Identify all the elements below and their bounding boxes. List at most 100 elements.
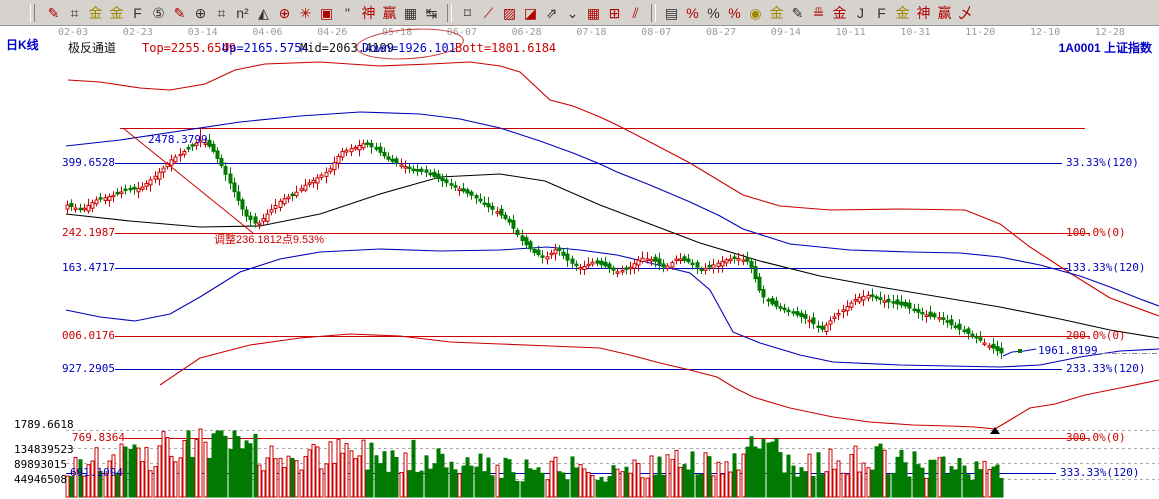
candle-body[interactable] <box>87 205 90 210</box>
volume-bar[interactable] <box>333 463 336 497</box>
volume-bar[interactable] <box>854 446 857 497</box>
volume-bar[interactable] <box>612 466 615 497</box>
volume-bar[interactable] <box>867 468 870 497</box>
candle-body[interactable] <box>450 184 453 186</box>
volume-bar[interactable] <box>379 464 382 497</box>
volume-bar[interactable] <box>558 472 561 497</box>
candle-body[interactable] <box>737 258 740 260</box>
candle-body[interactable] <box>412 169 415 171</box>
candle-body[interactable] <box>862 296 865 300</box>
volume-bar[interactable] <box>629 473 632 497</box>
volume-bar[interactable] <box>274 459 277 497</box>
candle-body[interactable] <box>929 312 932 316</box>
volume-bar[interactable] <box>762 440 765 497</box>
volume-bar[interactable] <box>304 457 307 497</box>
candle-body[interactable] <box>162 168 165 172</box>
volume-bar[interactable] <box>829 449 832 497</box>
volume-bar[interactable] <box>395 458 398 497</box>
volume-bar[interactable] <box>512 473 515 497</box>
candle-body[interactable] <box>762 290 765 297</box>
volume-bar[interactable] <box>929 460 932 497</box>
candle-body[interactable] <box>708 265 711 267</box>
volume-bar[interactable] <box>295 461 298 497</box>
candle-body[interactable] <box>767 300 770 302</box>
candle-body[interactable] <box>270 210 273 212</box>
candle-body[interactable] <box>729 259 732 261</box>
volume-bar[interactable] <box>420 471 423 497</box>
candle-body[interactable] <box>591 262 594 264</box>
candle-body[interactable] <box>496 212 499 214</box>
volume-bar[interactable] <box>387 472 390 497</box>
volume-bar[interactable] <box>516 481 519 497</box>
volume-bar[interactable] <box>345 444 348 497</box>
volume-bar[interactable] <box>300 470 303 497</box>
candle-body[interactable] <box>291 194 294 196</box>
candle-body[interactable] <box>512 220 515 228</box>
candle-body[interactable] <box>541 256 544 258</box>
volume-bar[interactable] <box>308 450 311 497</box>
candle-body[interactable] <box>554 250 557 254</box>
volume-bar[interactable] <box>445 468 448 497</box>
volume-bar[interactable] <box>988 469 991 497</box>
candle-body[interactable] <box>283 199 286 204</box>
volume-bar[interactable] <box>858 472 861 497</box>
volume-bar[interactable] <box>224 436 227 497</box>
candle-body[interactable] <box>66 205 69 209</box>
candle-body[interactable] <box>362 144 365 148</box>
candle-body[interactable] <box>996 347 999 351</box>
candle-body[interactable] <box>950 320 953 325</box>
volume-bar[interactable] <box>174 462 177 497</box>
candle-body[interactable] <box>395 159 398 163</box>
volume-bar[interactable] <box>529 469 532 497</box>
volume-bar[interactable] <box>149 471 152 497</box>
candle-body[interactable] <box>566 254 569 260</box>
candle-body[interactable] <box>166 164 169 167</box>
candle-body[interactable] <box>304 185 307 190</box>
candle-body[interactable] <box>758 277 761 290</box>
candle-body[interactable] <box>666 266 669 268</box>
volume-bar[interactable] <box>462 466 465 497</box>
volume-bar[interactable] <box>425 456 428 497</box>
volume-bar[interactable] <box>183 440 186 497</box>
candle-body[interactable] <box>212 144 215 151</box>
volume-bar[interactable] <box>616 469 619 497</box>
candle-body[interactable] <box>804 315 807 319</box>
candle-body[interactable] <box>437 174 440 178</box>
candle-body[interactable] <box>300 189 303 191</box>
volume-bar[interactable] <box>496 465 499 497</box>
candle-body[interactable] <box>133 187 136 189</box>
volume-bar[interactable] <box>892 473 895 497</box>
candle-body[interactable] <box>558 248 561 250</box>
candle-body[interactable] <box>754 267 757 279</box>
candle-body[interactable] <box>800 313 803 316</box>
candle-body[interactable] <box>675 259 678 261</box>
candle-body[interactable] <box>679 259 682 261</box>
volume-bar[interactable] <box>983 461 986 497</box>
volume-bar[interactable] <box>316 447 319 497</box>
candle-body[interactable] <box>99 198 102 200</box>
candle-body[interactable] <box>341 152 344 157</box>
volume-bar[interactable] <box>270 446 273 497</box>
volume-bar[interactable] <box>833 469 836 497</box>
candle-body[interactable] <box>792 312 795 314</box>
candle-body[interactable] <box>508 219 511 222</box>
candle-body[interactable] <box>183 151 186 154</box>
volume-bar[interactable] <box>562 473 565 497</box>
candle-body[interactable] <box>279 201 282 207</box>
candle-body[interactable] <box>220 159 223 166</box>
volume-bar[interactable] <box>675 450 678 497</box>
volume-bar[interactable] <box>362 440 365 497</box>
candle-body[interactable] <box>525 238 528 245</box>
volume-bar[interactable] <box>737 470 740 497</box>
candle-body[interactable] <box>662 264 665 267</box>
candle-body[interactable] <box>896 300 899 304</box>
candle-body[interactable] <box>149 180 152 185</box>
volume-bar[interactable] <box>591 476 594 497</box>
volume-bar[interactable] <box>825 472 828 497</box>
candle-body[interactable] <box>908 303 911 308</box>
volume-bar[interactable] <box>241 449 244 497</box>
volume-bar[interactable] <box>458 474 461 497</box>
volume-bar[interactable] <box>754 447 757 497</box>
candle-body[interactable] <box>145 183 148 186</box>
candle-body[interactable] <box>963 330 966 332</box>
